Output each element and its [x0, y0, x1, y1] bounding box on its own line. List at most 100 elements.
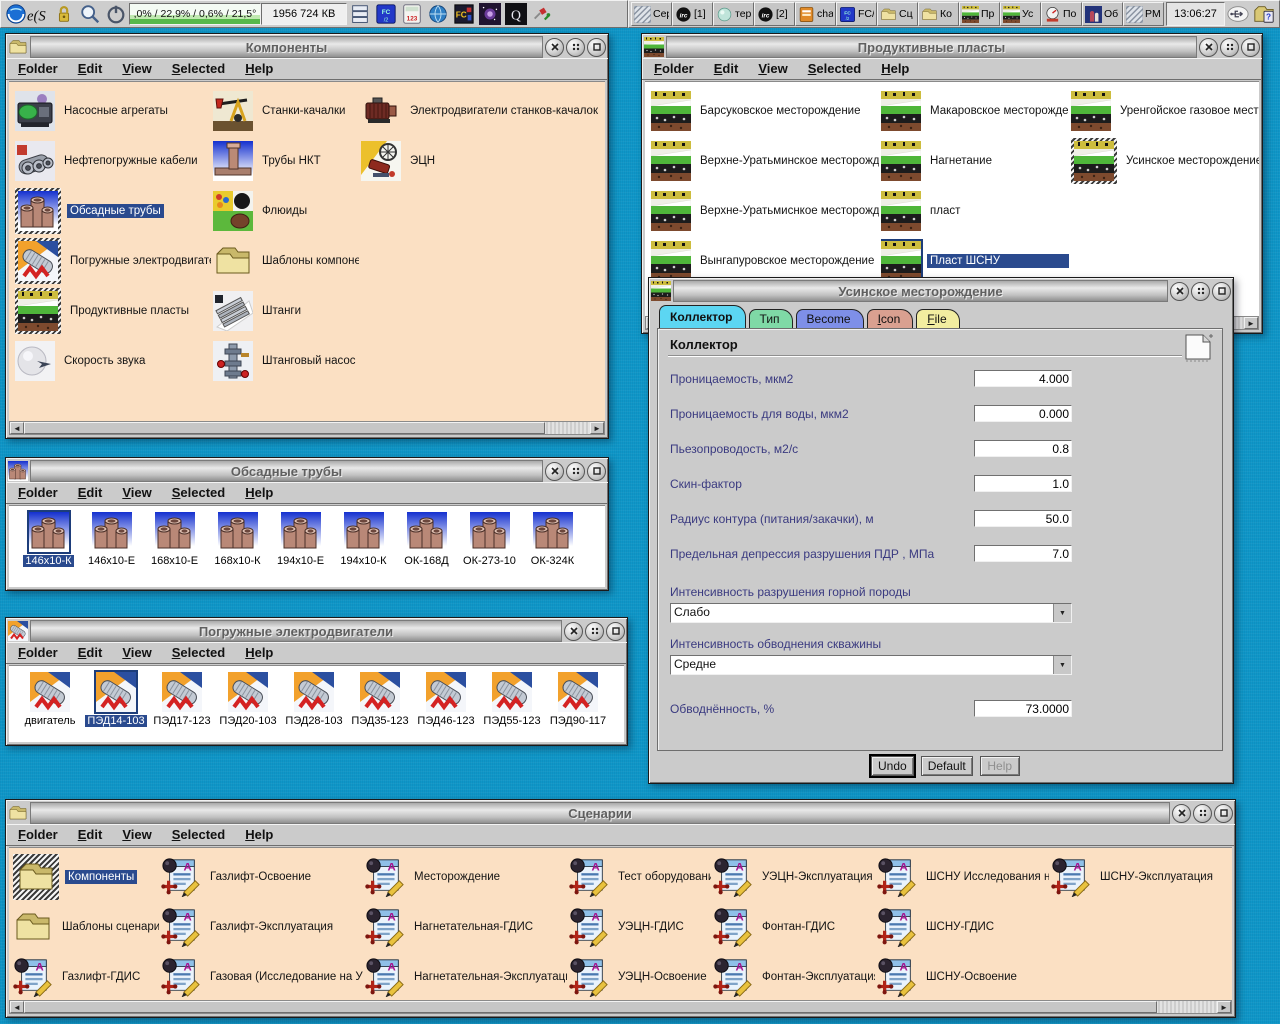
icon-item[interactable]: AТест оборудования: [569, 852, 711, 902]
scenario-icon[interactable]: A: [365, 857, 405, 897]
icon-item[interactable]: Штанговый насос: [213, 336, 359, 386]
field-input[interactable]: [974, 405, 1072, 422]
task-button[interactable]: irc[2]: [754, 2, 795, 26]
scenario-icon[interactable]: A: [569, 907, 609, 947]
item-label[interactable]: ПЭД46-123: [415, 715, 476, 727]
strata-icon[interactable]: [651, 191, 691, 231]
menu-item-view[interactable]: View: [122, 61, 151, 76]
task-button[interactable]: irc[1]: [672, 2, 713, 26]
strata-icon[interactable]: [881, 241, 921, 281]
icon-item[interactable]: 146х10-Е: [80, 512, 143, 567]
item-label[interactable]: 168х10-Е: [149, 555, 200, 567]
folder-icon[interactable]: [13, 907, 53, 947]
pipes-icon[interactable]: [470, 512, 510, 552]
icon-item[interactable]: AНагнетательная-ГДИС: [365, 902, 567, 952]
item-label[interactable]: УЭЦН-Освоение: [615, 970, 710, 984]
icon-item[interactable]: A Нагнетательная-Эксплуатация: [365, 952, 567, 1000]
folder-icon[interactable]: [8, 803, 28, 823]
tab-тип[interactable]: Тип: [749, 309, 793, 328]
fc2-icon[interactable]: FC/2: [373, 2, 399, 26]
item-label[interactable]: Нагнетательная-Эксплуатация: [411, 970, 567, 984]
help-folder-icon[interactable]: ?: [1251, 2, 1277, 26]
item-label[interactable]: Продуктивные пласты: [67, 304, 192, 318]
icon-item[interactable]: AУЭЦН-ГДИС: [569, 902, 711, 952]
icon-item[interactable]: 146х10-К: [17, 512, 80, 567]
icon-item[interactable]: пласт: [881, 186, 1069, 236]
tab-file[interactable]: File: [916, 309, 959, 328]
item-label[interactable]: Барсуковское месторождение: [697, 104, 864, 118]
menu-item-selected[interactable]: Selected: [808, 61, 861, 76]
scenario-icon[interactable]: A: [365, 957, 405, 997]
combo-dropdown-button[interactable]: ▼: [1053, 656, 1071, 674]
icon-item[interactable]: Нагнетание: [881, 136, 1069, 186]
scenario-icon[interactable]: A: [713, 907, 753, 947]
item-label[interactable]: 168х10-К: [212, 555, 262, 567]
scroll-thumb[interactable]: [24, 1001, 1157, 1013]
icon-item[interactable]: Верхне-Уратьминское месторождение: [651, 136, 879, 186]
item-label[interactable]: 146х10-К: [23, 555, 73, 567]
menu-item-help[interactable]: Help: [245, 645, 273, 660]
menu-item-view[interactable]: View: [122, 485, 151, 500]
task-button[interactable]: PM: [1123, 2, 1164, 26]
usb-icon[interactable]: [1225, 2, 1251, 26]
magnifier-icon[interactable]: [77, 2, 103, 26]
icon-item[interactable]: AУЭЦН-Эксплуатация: [713, 852, 875, 902]
default-button[interactable]: Default: [921, 756, 973, 776]
task-button[interactable]: Пр: [959, 2, 1000, 26]
combo-box[interactable]: Средне▼: [670, 655, 1072, 675]
icon-item[interactable]: двигатель: [17, 672, 83, 727]
icon-item[interactable]: AФонтан-Эксплуатация: [713, 952, 875, 1000]
task-button[interactable]: Ус: [1000, 2, 1041, 26]
item-label[interactable]: ПЭД20-103: [217, 715, 278, 727]
window-list-button[interactable]: [1220, 38, 1239, 57]
esp-icon[interactable]: [361, 141, 401, 181]
item-label[interactable]: Верхне-Уратьмиснкое месторождение: [697, 204, 879, 218]
titlebar[interactable]: Продуктивные пласты: [644, 36, 1260, 58]
icon-item[interactable]: 194х10-К: [332, 512, 395, 567]
strata-icon[interactable]: [881, 141, 921, 181]
scenario-icon[interactable]: A: [1051, 857, 1091, 897]
field-input[interactable]: [974, 545, 1072, 562]
item-label[interactable]: Штанговый насос: [259, 354, 359, 368]
task-button[interactable]: тер: [713, 2, 754, 26]
icon-item[interactable]: AМесторождение: [365, 852, 567, 902]
item-label[interactable]: 194х10-Е: [275, 555, 326, 567]
icon-item[interactable]: 168х10-Е: [143, 512, 206, 567]
task-button[interactable]: Об: [1082, 2, 1123, 26]
task-button[interactable]: Ко: [918, 2, 959, 26]
icon-item[interactable]: ПЭД46-123: [413, 672, 479, 727]
icon-item[interactable]: Уренгойское газовое месторож: [1071, 86, 1259, 136]
menu-item-help[interactable]: Help: [245, 485, 273, 500]
menu-item-edit[interactable]: Edit: [78, 485, 103, 500]
icon-item[interactable]: AГазлифт-Эксплуатация: [161, 902, 363, 952]
menu-item-edit[interactable]: Edit: [78, 645, 103, 660]
item-label[interactable]: Нагнетание: [927, 154, 995, 168]
window-list-button[interactable]: [1193, 804, 1212, 823]
item-label[interactable]: ПЭД90-117: [548, 715, 608, 727]
icon-item[interactable]: Флюиды: [213, 186, 359, 236]
motor-icon[interactable]: [558, 672, 598, 712]
icon-item[interactable]: ПЭД90-117: [545, 672, 611, 727]
menu-item-view[interactable]: View: [758, 61, 787, 76]
item-label[interactable]: ЭЦН: [407, 154, 438, 168]
icon-item[interactable]: Барсуковское месторождение: [651, 86, 879, 136]
scenario-icon[interactable]: A: [569, 857, 609, 897]
menu-item-folder[interactable]: Folder: [18, 61, 58, 76]
calculator-icon[interactable]: 123: [399, 2, 425, 26]
motor-icon[interactable]: [30, 672, 70, 712]
scenario-icon[interactable]: A: [161, 857, 201, 897]
nebula-icon[interactable]: [477, 2, 503, 26]
scenario-icon[interactable]: A: [877, 857, 917, 897]
field-input[interactable]: [974, 370, 1072, 387]
icon-item[interactable]: Станки-качалки: [213, 86, 359, 136]
item-label[interactable]: Фонтан-ГДИС: [759, 920, 838, 934]
item-label[interactable]: ШСНУ-ГДИС: [923, 920, 997, 934]
folder-icon[interactable]: [8, 37, 28, 57]
scenario-icon[interactable]: A: [13, 957, 53, 997]
pipes-icon[interactable]: [407, 512, 447, 552]
item-label[interactable]: 146х10-Е: [86, 555, 137, 567]
task-button[interactable]: cha: [795, 2, 836, 26]
strata-icon[interactable]: [651, 91, 691, 131]
item-label[interactable]: ШСНУ-Эксплуатация: [1097, 870, 1216, 884]
icon-item[interactable]: Насосные агрегаты: [15, 86, 211, 136]
